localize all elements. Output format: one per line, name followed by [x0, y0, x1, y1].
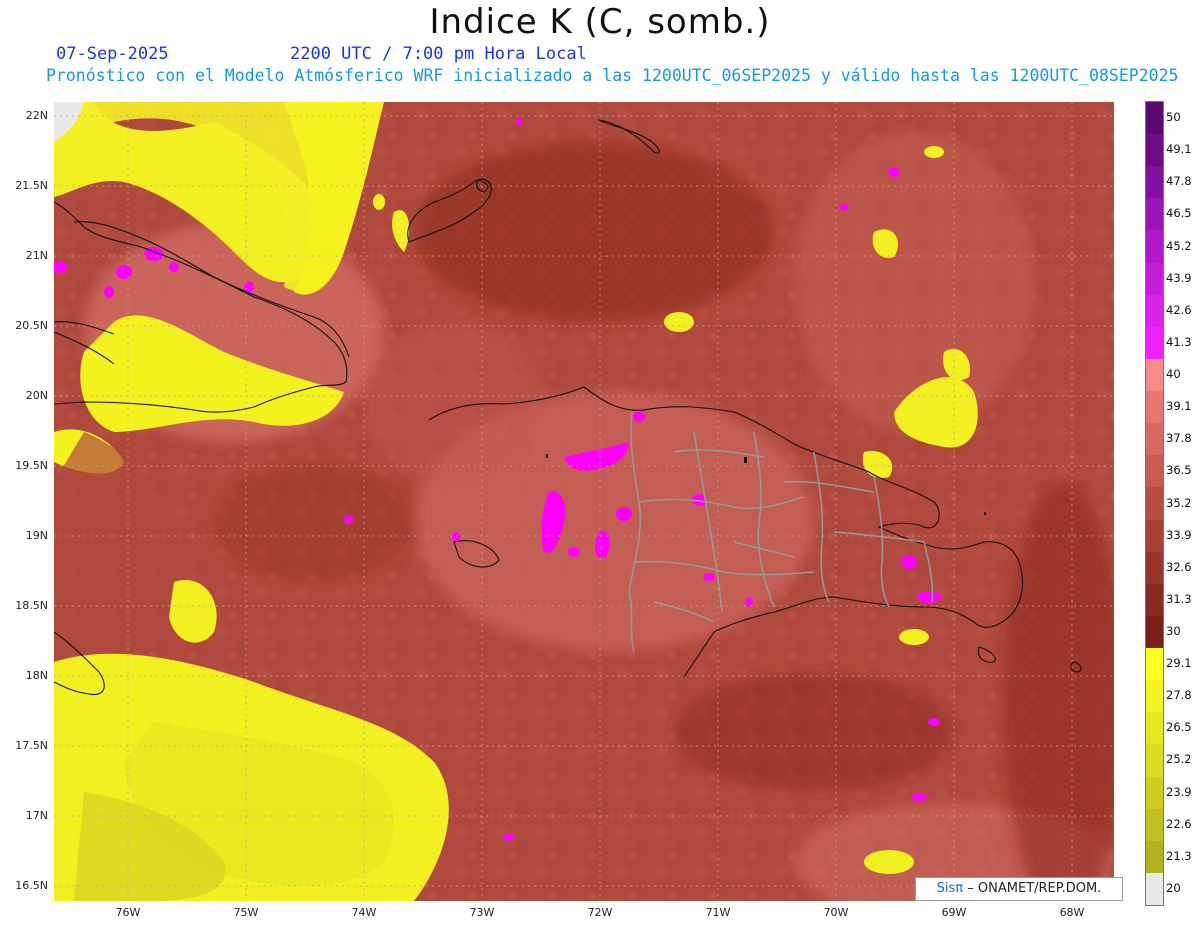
colorbar-label: 25.2	[1166, 752, 1192, 767]
colorbar	[1145, 101, 1164, 906]
colorbar-cell	[1146, 872, 1163, 906]
colorbar-label: 46.5	[1166, 206, 1192, 221]
colorbar-cell	[1146, 840, 1163, 874]
lat-label: 19.5N	[15, 459, 48, 472]
colorbar-cell	[1146, 166, 1163, 199]
lon-label: 72W	[587, 906, 613, 919]
colorbar-cell	[1146, 648, 1163, 681]
colorbar-label: 31.3	[1166, 591, 1192, 606]
sis-logo-text: Sisπ	[936, 881, 964, 896]
forecast-time: 2200 UTC / 7:00 pm Hora Local	[290, 44, 587, 64]
colorbar-cell	[1146, 455, 1163, 488]
colorbar-cell	[1146, 551, 1163, 585]
colorbar-cell	[1146, 776, 1163, 810]
map-canvas	[54, 102, 1114, 901]
lon-label: 70W	[823, 906, 849, 919]
colorbar-label: 20	[1166, 880, 1181, 895]
lat-label: 18.5N	[15, 599, 48, 612]
k-index-map	[54, 102, 1114, 901]
colorbar-cell	[1146, 198, 1163, 231]
colorbar-label: 33.9	[1166, 527, 1192, 542]
colorbar-cell	[1146, 583, 1163, 617]
colorbar-cell	[1146, 262, 1163, 296]
colorbar-cell	[1146, 423, 1163, 456]
colorbar-cell	[1146, 712, 1163, 745]
colorbar-label: 29.1	[1166, 656, 1192, 671]
lon-label: 68W	[1059, 906, 1085, 919]
colorbar-label: 47.8	[1166, 174, 1192, 189]
lat-label: 17.5N	[15, 739, 48, 752]
lat-label: 21.5N	[15, 179, 48, 192]
lat-label: 18N	[25, 669, 48, 682]
colorbar-label: 27.8	[1166, 688, 1192, 703]
colorbar-cell	[1146, 102, 1163, 135]
lon-label: 76W	[115, 906, 141, 919]
colorbar-label: 26.5	[1166, 720, 1192, 735]
forecast-date: 07-Sep-2025	[56, 44, 169, 64]
colorbar-cell	[1146, 358, 1163, 392]
colorbar-label: 39.1	[1166, 399, 1192, 414]
lon-label: 74W	[351, 906, 377, 919]
colorbar-label: 32.6	[1166, 559, 1192, 574]
colorbar-label: 23.9	[1166, 784, 1192, 799]
colorbar-cell	[1146, 519, 1163, 553]
lon-label: 73W	[469, 906, 495, 919]
colorbar-label: 41.3	[1166, 334, 1192, 349]
colorbar-cell	[1146, 391, 1163, 424]
credit-box: Sisπ – ONAMET/REP.DOM.	[915, 877, 1123, 901]
lon-label: 75W	[233, 906, 259, 919]
colorbar-cell	[1146, 326, 1163, 360]
colorbar-label: 45.2	[1166, 238, 1192, 253]
colorbar-cell	[1146, 294, 1163, 328]
lat-label: 20N	[25, 389, 48, 402]
lat-label: 19N	[25, 529, 48, 542]
colorbar-label: 35.2	[1166, 495, 1192, 510]
colorbar-label: 50	[1166, 110, 1181, 125]
colorbar-label: 21.3	[1166, 848, 1192, 863]
colorbar-cell	[1146, 808, 1163, 842]
map-title: Indice K (C, somb.)	[429, 2, 771, 42]
colorbar-label: 30	[1166, 623, 1181, 638]
lat-label: 22N	[25, 109, 48, 122]
forecast-description: Pronóstico con el Modelo Atmósferico WRF…	[46, 66, 1179, 85]
lat-label: 16.5N	[15, 879, 48, 892]
colorbar-cell	[1146, 230, 1163, 264]
colorbar-cell	[1146, 134, 1163, 167]
colorbar-cell	[1146, 615, 1163, 649]
colorbar-label: 42.6	[1166, 302, 1192, 317]
colorbar-cell	[1146, 680, 1163, 713]
lon-label: 69W	[941, 906, 967, 919]
lon-label: 71W	[705, 906, 731, 919]
colorbar-label: 36.5	[1166, 463, 1192, 478]
colorbar-cell	[1146, 487, 1163, 521]
colorbar-cell	[1146, 744, 1163, 777]
credit-org: – ONAMET/REP.DOM.	[967, 881, 1102, 896]
colorbar-label: 22.6	[1166, 816, 1192, 831]
lat-label: 21N	[25, 249, 48, 262]
colorbar-label: 43.9	[1166, 270, 1192, 285]
colorbar-label: 37.8	[1166, 431, 1192, 446]
colorbar-label: 49.1	[1166, 142, 1192, 157]
lat-label: 17N	[25, 809, 48, 822]
lat-label: 20.5N	[15, 319, 48, 332]
colorbar-label: 40	[1166, 367, 1181, 382]
